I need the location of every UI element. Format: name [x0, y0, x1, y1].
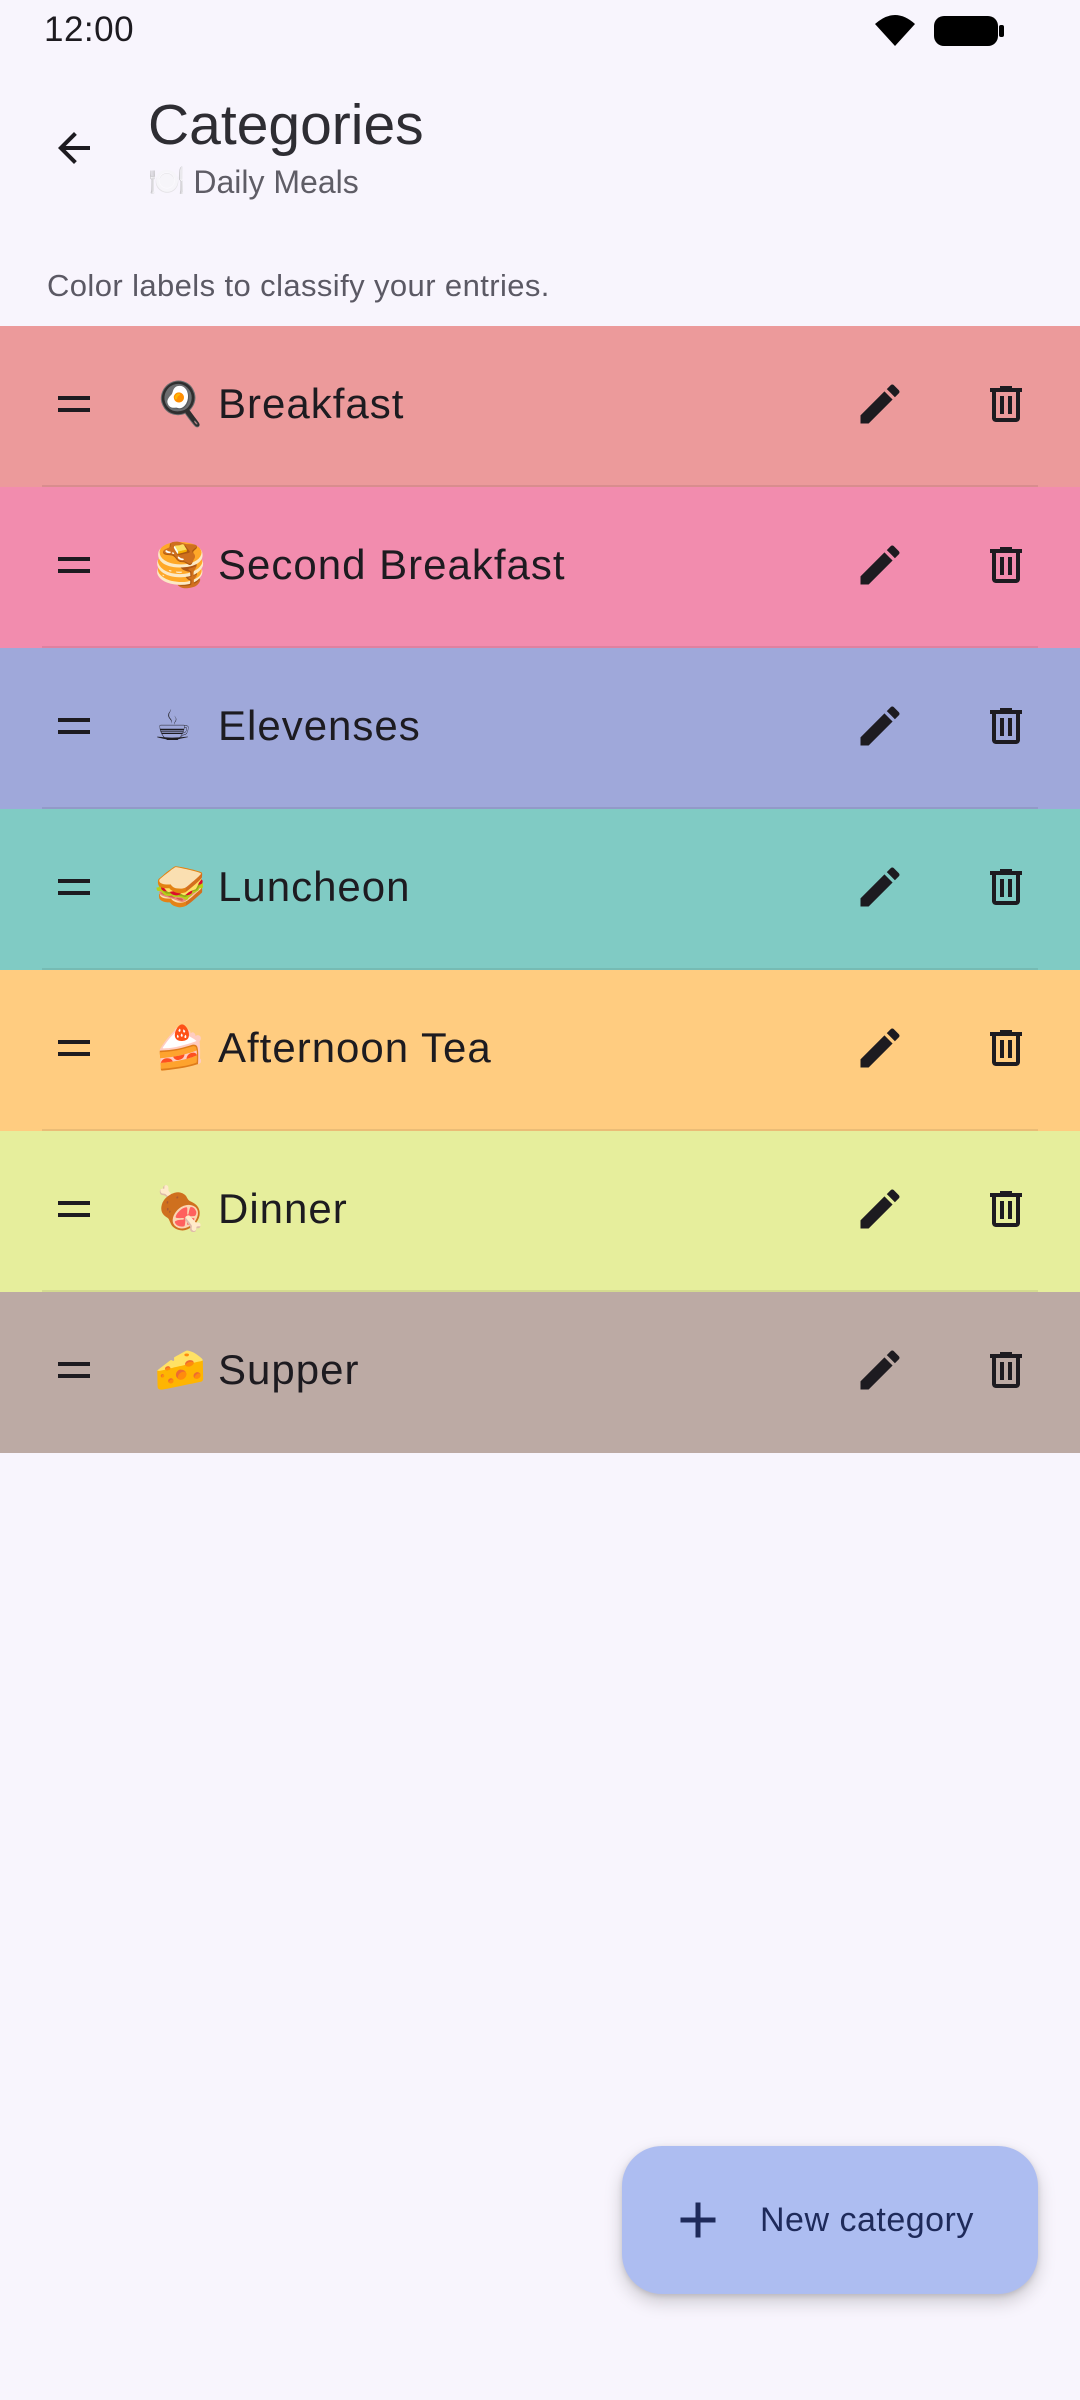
- drag-handle-icon: [58, 557, 90, 573]
- drag-handle[interactable]: [34, 525, 114, 605]
- category-emoji-icon: 🍰: [154, 1023, 207, 1072]
- delete-button[interactable]: [966, 1008, 1046, 1088]
- category-label: Elevenses: [218, 702, 421, 749]
- battery-icon: [934, 16, 1004, 46]
- edit-button[interactable]: [840, 525, 920, 605]
- pencil-icon: [860, 1350, 900, 1390]
- new-category-button[interactable]: New category: [622, 2146, 1038, 2294]
- page-subtitle: 🍽️ Daily Meals: [148, 162, 359, 202]
- trash-icon: [990, 386, 1022, 422]
- category-emoji-icon: ☕: [154, 701, 192, 750]
- drag-handle[interactable]: [34, 1169, 114, 1249]
- plate-icon: 🍽️: [148, 165, 186, 198]
- page-title: Categories: [148, 93, 424, 157]
- description-text: Color labels to classify your entries.: [47, 268, 550, 303]
- category-row[interactable]: 🥪 Luncheon: [0, 809, 1080, 970]
- status-bar: 12:00: [0, 0, 1080, 60]
- category-row[interactable]: 🍖 Dinner: [0, 1131, 1080, 1292]
- delete-button[interactable]: [966, 364, 1046, 444]
- drag-handle[interactable]: [34, 364, 114, 444]
- new-category-label: New category: [760, 2201, 974, 2239]
- pencil-icon: [860, 384, 900, 424]
- edit-button[interactable]: [840, 1169, 920, 1249]
- category-label: Dinner: [218, 1185, 348, 1232]
- category-label: Supper: [218, 1346, 360, 1393]
- pencil-icon: [860, 1189, 900, 1229]
- category-row[interactable]: 🧀 Supper: [0, 1292, 1080, 1453]
- pencil-icon: [860, 1028, 900, 1068]
- back-button[interactable]: [34, 108, 114, 188]
- edit-button[interactable]: [840, 1008, 920, 1088]
- category-row[interactable]: 🍳 Breakfast: [0, 326, 1080, 487]
- delete-button[interactable]: [966, 525, 1046, 605]
- drag-handle[interactable]: [34, 686, 114, 766]
- arrow-back-icon: [58, 132, 90, 164]
- pencil-icon: [860, 867, 900, 907]
- trash-icon: [990, 1191, 1022, 1227]
- trash-icon: [990, 869, 1022, 905]
- edit-button[interactable]: [840, 847, 920, 927]
- drag-handle-icon: [58, 879, 90, 895]
- drag-handle-icon: [58, 1201, 90, 1217]
- trash-icon: [990, 547, 1022, 583]
- drag-handle-icon: [58, 718, 90, 734]
- drag-handle-icon: [58, 1362, 90, 1378]
- category-row[interactable]: 🥞 Second Breakfast: [0, 487, 1080, 648]
- category-row[interactable]: 🍰 Afternoon Tea: [0, 970, 1080, 1131]
- category-emoji-icon: 🍳: [154, 379, 207, 428]
- category-emoji-icon: 🥪: [154, 862, 207, 911]
- pencil-icon: [860, 706, 900, 746]
- delete-button[interactable]: [966, 847, 1046, 927]
- trash-icon: [990, 1352, 1022, 1388]
- subtitle-text: Daily Meals: [193, 164, 359, 200]
- category-label: Breakfast: [218, 380, 405, 427]
- pencil-icon: [860, 545, 900, 585]
- plus-icon: [680, 2202, 716, 2238]
- drag-handle[interactable]: [34, 1330, 114, 1410]
- delete-button[interactable]: [966, 1330, 1046, 1410]
- category-emoji-icon: 🧀: [154, 1345, 207, 1394]
- category-list: 🍳 Breakfast 🥞 Second Breakfast ☕ Elevens…: [0, 326, 1080, 1453]
- category-emoji-icon: 🥞: [154, 540, 207, 589]
- wifi-icon: [875, 15, 915, 46]
- delete-button[interactable]: [966, 686, 1046, 766]
- trash-icon: [990, 1030, 1022, 1066]
- drag-handle-icon: [58, 396, 90, 412]
- delete-button[interactable]: [966, 1169, 1046, 1249]
- edit-button[interactable]: [840, 686, 920, 766]
- trash-icon: [990, 708, 1022, 744]
- drag-handle-icon: [58, 1040, 90, 1056]
- category-row[interactable]: ☕ Elevenses: [0, 648, 1080, 809]
- drag-handle[interactable]: [34, 1008, 114, 1088]
- drag-handle[interactable]: [34, 847, 114, 927]
- category-label: Luncheon: [218, 863, 411, 910]
- category-label: Second Breakfast: [218, 541, 566, 588]
- status-time: 12:00: [44, 10, 135, 49]
- category-emoji-icon: 🍖: [154, 1184, 207, 1233]
- edit-button[interactable]: [840, 1330, 920, 1410]
- category-label: Afternoon Tea: [218, 1024, 492, 1071]
- edit-button[interactable]: [840, 364, 920, 444]
